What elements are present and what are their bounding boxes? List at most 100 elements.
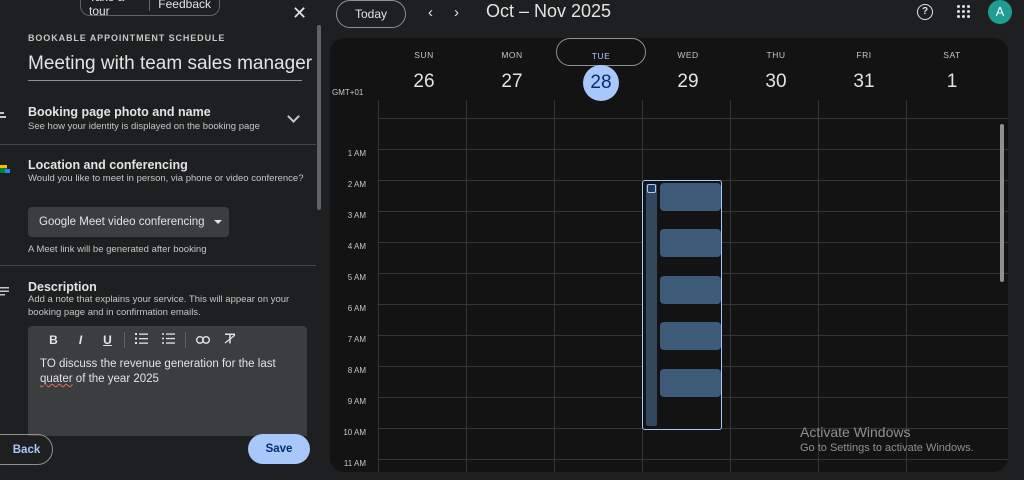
hour-label: 8 AM xyxy=(347,366,366,375)
hour-label: 5 AM xyxy=(347,273,366,282)
day-of-week: WED xyxy=(677,50,699,60)
section-divider xyxy=(0,144,316,145)
availability-block[interactable] xyxy=(642,180,722,430)
hour-label: 1 AM xyxy=(347,149,366,158)
hour-label: 3 AM xyxy=(347,211,366,220)
watermark-subtitle: Go to Settings to activate Windows. xyxy=(800,442,974,454)
day-number-today[interactable]: 28 xyxy=(583,65,619,101)
date-range-title: Oct – Nov 2025 xyxy=(486,1,612,21)
day-separator xyxy=(554,100,555,472)
day-of-week: THU xyxy=(766,50,786,60)
clear-format-icon[interactable] xyxy=(216,333,243,347)
appointment-slot[interactable] xyxy=(660,322,721,350)
bold-icon[interactable]: B xyxy=(40,333,67,347)
hour-label: 10 AM xyxy=(343,428,366,437)
schedule-grid-icon xyxy=(647,184,656,193)
day-separator xyxy=(730,100,731,472)
previous-week-icon[interactable]: ‹ xyxy=(428,4,433,21)
hour-line xyxy=(378,149,1008,150)
today-button-label: Today xyxy=(354,7,388,21)
section-divider xyxy=(0,265,316,266)
day-number[interactable]: 31 xyxy=(846,64,882,100)
day-separator xyxy=(818,100,819,472)
appointment-editor-panel: Take a tour Feedback ✕ BOOKABLE APPOINTM… xyxy=(0,0,322,480)
booking-page-subtext: See how your identity is displayed on th… xyxy=(28,121,260,132)
format-toolbar: B I U xyxy=(28,326,307,353)
title-underline xyxy=(28,80,302,81)
help-icon[interactable]: ? xyxy=(917,4,933,20)
next-week-icon[interactable]: › xyxy=(454,4,459,21)
location-subtext: Would you like to meet in person, via ph… xyxy=(28,173,304,184)
caret-down-icon xyxy=(213,220,222,224)
day-separator xyxy=(466,100,467,472)
day-of-week: SAT xyxy=(943,50,961,60)
day-number[interactable]: 29 xyxy=(670,64,706,100)
day-of-week: TUE xyxy=(591,51,611,61)
description-heading: Description xyxy=(28,280,97,294)
day-header-tue[interactable]: TUE 28 xyxy=(556,38,646,101)
feedback-link[interactable]: Feedback xyxy=(150,0,219,11)
calendar-scrollbar[interactable] xyxy=(1000,124,1004,282)
meet-link-note: A Meet link will be generated after book… xyxy=(28,244,207,255)
hour-line xyxy=(378,118,1008,119)
description-icon xyxy=(0,286,10,299)
profile-list-icon xyxy=(0,110,10,125)
link-icon[interactable] xyxy=(189,333,216,347)
day-of-week: SUN xyxy=(414,50,434,60)
appointment-slot[interactable] xyxy=(660,369,721,397)
hour-label: 11 AM xyxy=(343,459,366,468)
hour-label: 4 AM xyxy=(347,242,366,251)
day-number[interactable]: 26 xyxy=(406,64,442,100)
appointment-title-input[interactable]: Meeting with team sales manager xyxy=(28,53,312,75)
day-separator xyxy=(378,100,379,472)
bulleted-list-icon[interactable] xyxy=(155,332,182,347)
conferencing-dropdown[interactable]: Google Meet video conferencing xyxy=(28,207,229,237)
description-subtext: Add a note that explains your service. T… xyxy=(28,294,290,318)
numbered-list-icon[interactable] xyxy=(128,332,155,347)
hour-label: 6 AM xyxy=(347,304,366,313)
appointment-slot[interactable] xyxy=(660,183,721,211)
day-number[interactable]: 30 xyxy=(758,64,794,100)
description-line-1: TO discuss the revenue generation for th… xyxy=(40,358,276,370)
back-button-label: Back xyxy=(12,443,41,456)
appointment-slot[interactable] xyxy=(660,229,721,257)
day-number[interactable]: 1 xyxy=(934,64,970,100)
location-heading: Location and conferencing xyxy=(28,158,188,172)
close-icon[interactable]: ✕ xyxy=(292,3,307,24)
underline-icon[interactable]: U xyxy=(94,333,121,347)
toolbar-divider xyxy=(185,331,186,348)
conferencing-dropdown-label: Google Meet video conferencing xyxy=(39,216,205,228)
day-number[interactable]: 27 xyxy=(494,64,530,100)
take-tour-link[interactable]: Take a tour xyxy=(81,0,149,18)
appointment-slot[interactable] xyxy=(660,276,721,304)
hour-label: 9 AM xyxy=(347,397,366,406)
tour-feedback-bar: Take a tour Feedback xyxy=(80,0,220,18)
misspelled-word[interactable]: quater xyxy=(40,373,73,385)
save-button[interactable]: Save xyxy=(248,434,310,464)
today-button[interactable]: Today xyxy=(336,0,406,28)
activate-windows-watermark: Activate Windows Go to Settings to activ… xyxy=(800,424,974,454)
hour-label: 2 AM xyxy=(347,180,366,189)
timezone-label: GMT+01 xyxy=(332,88,364,97)
hour-label: 7 AM xyxy=(347,335,366,344)
toolbar-divider xyxy=(124,331,125,348)
booking-page-heading[interactable]: Booking page photo and name xyxy=(28,105,211,119)
day-of-week: MON xyxy=(501,50,523,60)
watermark-title: Activate Windows xyxy=(800,424,911,440)
google-meet-icon xyxy=(0,163,10,178)
apps-grid-icon[interactable] xyxy=(957,5,971,19)
back-button[interactable]: Back xyxy=(0,434,53,465)
day-separator xyxy=(906,100,907,472)
description-text[interactable]: TO discuss the revenue generation for th… xyxy=(40,357,290,387)
save-button-label: Save xyxy=(265,443,293,455)
day-of-week: FRI xyxy=(856,50,872,60)
description-line-2: of the year 2025 xyxy=(72,373,159,385)
week-calendar: SUN 26 MON 27 TUE 28 WED 29 THU 30 FRI 3… xyxy=(330,38,1008,472)
description-editor[interactable]: B I U TO discuss the revenue generation … xyxy=(28,326,307,436)
availability-drag-handle[interactable] xyxy=(646,184,657,426)
hour-line xyxy=(378,459,1008,460)
schedule-type-label: BOOKABLE APPOINTMENT SCHEDULE xyxy=(28,33,226,43)
italic-icon[interactable]: I xyxy=(67,333,94,347)
avatar[interactable]: A xyxy=(988,0,1012,24)
panel-scrollbar[interactable] xyxy=(317,25,321,210)
